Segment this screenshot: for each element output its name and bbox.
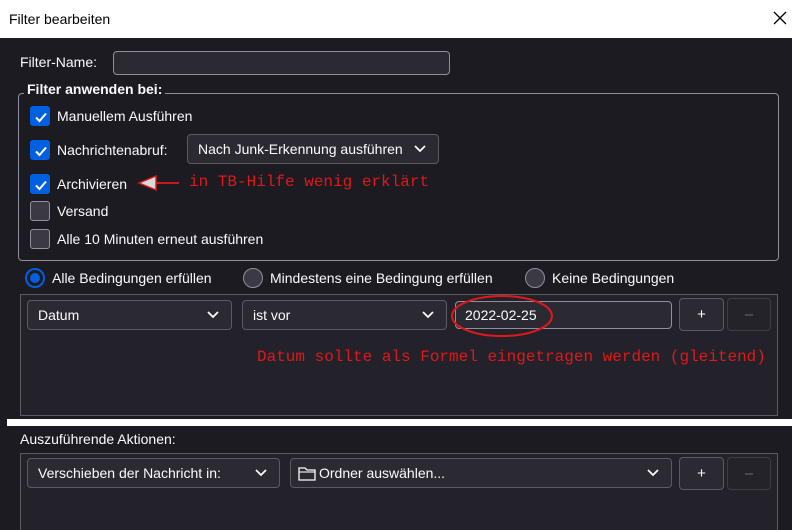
close-icon[interactable] [768,6,792,30]
archive-annotation: in TB-Hilfe wenig erklärt [189,173,430,191]
action-type-value: Verschieben der Nachricht in: [38,465,221,481]
fetch-mode-select[interactable]: Nach Junk-Erkennung ausführen [187,134,439,164]
send-checkbox[interactable] [30,201,50,221]
archive-checkbox[interactable] [30,174,50,194]
fetch-checkbox[interactable] [30,140,50,160]
match-any-radio[interactable] [243,268,263,288]
match-all-radio[interactable] [25,268,45,288]
target-folder-select[interactable]: Ordner auswählen... [290,458,672,488]
condition-operator-value: ist vor [253,307,291,323]
checkmark-icon [35,112,47,123]
add-condition-button[interactable]: + [679,298,724,331]
title-bar: Filter bearbeiten [0,0,792,38]
date-annotation: Datum sollte als Formel eingetragen werd… [257,348,766,366]
remove-action-button[interactable]: – [727,457,771,490]
filter-name-label: Filter-Name: [20,54,98,70]
chevron-down-icon [255,469,267,477]
condition-operator-select[interactable]: ist vor [242,300,447,330]
chevron-down-icon [414,145,426,153]
match-none-label: Keine Bedingungen [552,270,675,286]
window-title: Filter bearbeiten [9,11,111,27]
target-folder-value: Ordner auswählen... [319,465,446,481]
folder-icon [298,467,316,481]
action-type-select[interactable]: Verschieben der Nachricht in: [27,458,280,488]
chevron-down-icon [647,469,659,477]
fetch-label: Nachrichtenabruf: [57,142,168,158]
manual-run-label: Manuellem Ausführen [57,108,193,124]
periodic-label: Alle 10 Minuten erneut ausführen [57,231,264,247]
match-all-label: Alle Bedingungen erfüllen [52,270,212,286]
remove-condition-button[interactable]: – [727,298,771,331]
condition-field-value: Datum [38,307,80,323]
match-any-label: Mindestens eine Bedingung erfüllen [270,270,493,286]
periodic-checkbox[interactable] [30,229,50,249]
filter-name-input[interactable] [113,51,450,75]
match-none-radio[interactable] [525,268,545,288]
divider [7,419,792,426]
checkmark-icon [35,146,47,157]
manual-run-checkbox[interactable] [30,106,50,126]
highlight-ellipse [451,295,553,337]
add-action-button[interactable]: + [679,457,724,490]
chevron-down-icon [422,311,434,319]
archive-label: Archivieren [57,176,128,192]
chevron-down-icon [207,311,219,319]
condition-field-select[interactable]: Datum [27,300,232,330]
send-label: Versand [57,203,109,219]
arrow-left-icon [137,174,179,192]
apply-on-legend: Filter anwenden bei: [24,81,166,97]
checkmark-icon [35,180,47,191]
fetch-mode-value: Nach Junk-Erkennung ausführen [198,141,403,157]
actions-label: Auszuführende Aktionen: [20,431,176,447]
